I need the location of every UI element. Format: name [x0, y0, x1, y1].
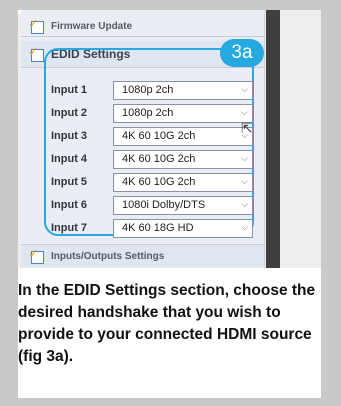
- checked-sheet-icon: ✓: [28, 247, 45, 264]
- select-value: 4K 60 10G 2ch: [122, 153, 196, 165]
- select-value: 4K 60 10G 2ch: [122, 176, 196, 188]
- input-row-7: Input 7 4K 60 18G HD ⌵: [47, 217, 261, 239]
- chevron-down-icon: ⌵: [241, 222, 248, 233]
- input-row-5: Input 5 4K 60 10G 2ch ⌵: [47, 171, 261, 193]
- input-label: Input 6: [51, 199, 88, 211]
- screenshot-area: ✓ Firmware Update ✓ EDID Settings 3a Inp…: [18, 10, 321, 268]
- input-row-1: Input 1 1080p 2ch ⌵: [47, 79, 261, 101]
- edid-select-input-3[interactable]: 4K 60 10G 2ch ⌵: [113, 126, 253, 146]
- edid-select-input-1[interactable]: 1080p 2ch ⌵: [113, 80, 253, 100]
- edid-select-input-7[interactable]: 4K 60 18G HD ⌵: [113, 218, 253, 238]
- checked-sheet-icon: ✓: [28, 45, 45, 62]
- select-value: 1080p 2ch: [122, 107, 174, 119]
- input-label: Input 5: [51, 176, 88, 188]
- input-label: Input 7: [51, 222, 88, 234]
- edid-select-input-5[interactable]: 4K 60 10G 2ch ⌵: [113, 172, 253, 192]
- section-inputs-outputs-settings[interactable]: ✓ Inputs/Outputs Settings: [21, 244, 264, 267]
- settings-panel: ✓ Firmware Update ✓ EDID Settings 3a Inp…: [21, 10, 265, 268]
- input-label: Input 3: [51, 130, 88, 142]
- input-row-6: Input 6 1080i Dolby/DTS ⌵: [47, 194, 261, 216]
- chevron-down-icon: ⌵: [241, 84, 248, 95]
- chevron-down-icon: ⌵: [241, 153, 248, 164]
- edid-select-input-6[interactable]: 1080i Dolby/DTS ⌵: [113, 195, 253, 215]
- select-value: 1080p 2ch: [122, 84, 174, 96]
- inputs-outputs-settings-label: Inputs/Outputs Settings: [51, 250, 165, 262]
- edid-select-input-2[interactable]: 1080p 2ch ⌵: [113, 103, 253, 123]
- edid-select-input-4[interactable]: 4K 60 10G 2ch ⌵: [113, 149, 253, 169]
- section-firmware-update[interactable]: ✓ Firmware Update: [21, 16, 264, 37]
- input-row-2: Input 2 1080p 2ch ⌵: [47, 102, 261, 124]
- select-value: 1080i Dolby/DTS: [122, 199, 206, 211]
- chevron-down-icon: ⌵: [241, 107, 248, 118]
- chevron-down-icon: ⌵: [241, 176, 248, 187]
- instruction-caption: In the EDID Settings section, choose the…: [18, 282, 316, 365]
- chevron-down-icon: ⌵: [241, 199, 248, 210]
- callout-badge: 3a: [220, 39, 264, 67]
- input-row-4: Input 4 4K 60 10G 2ch ⌵: [47, 148, 261, 170]
- checked-sheet-icon: ✓: [28, 17, 45, 34]
- scrollbar-track[interactable]: [266, 10, 280, 268]
- input-label: Input 4: [51, 153, 88, 165]
- firmware-update-label: Firmware Update: [51, 20, 133, 32]
- input-label: Input 1: [51, 84, 88, 96]
- select-value: 4K 60 10G 2ch: [122, 130, 196, 142]
- mouse-pointer-icon: ⇱: [241, 121, 253, 137]
- select-value: 4K 60 18G HD: [122, 222, 194, 234]
- input-row-3: Input 3 4K 60 10G 2ch ⌵: [47, 125, 261, 147]
- input-label: Input 2: [51, 107, 88, 119]
